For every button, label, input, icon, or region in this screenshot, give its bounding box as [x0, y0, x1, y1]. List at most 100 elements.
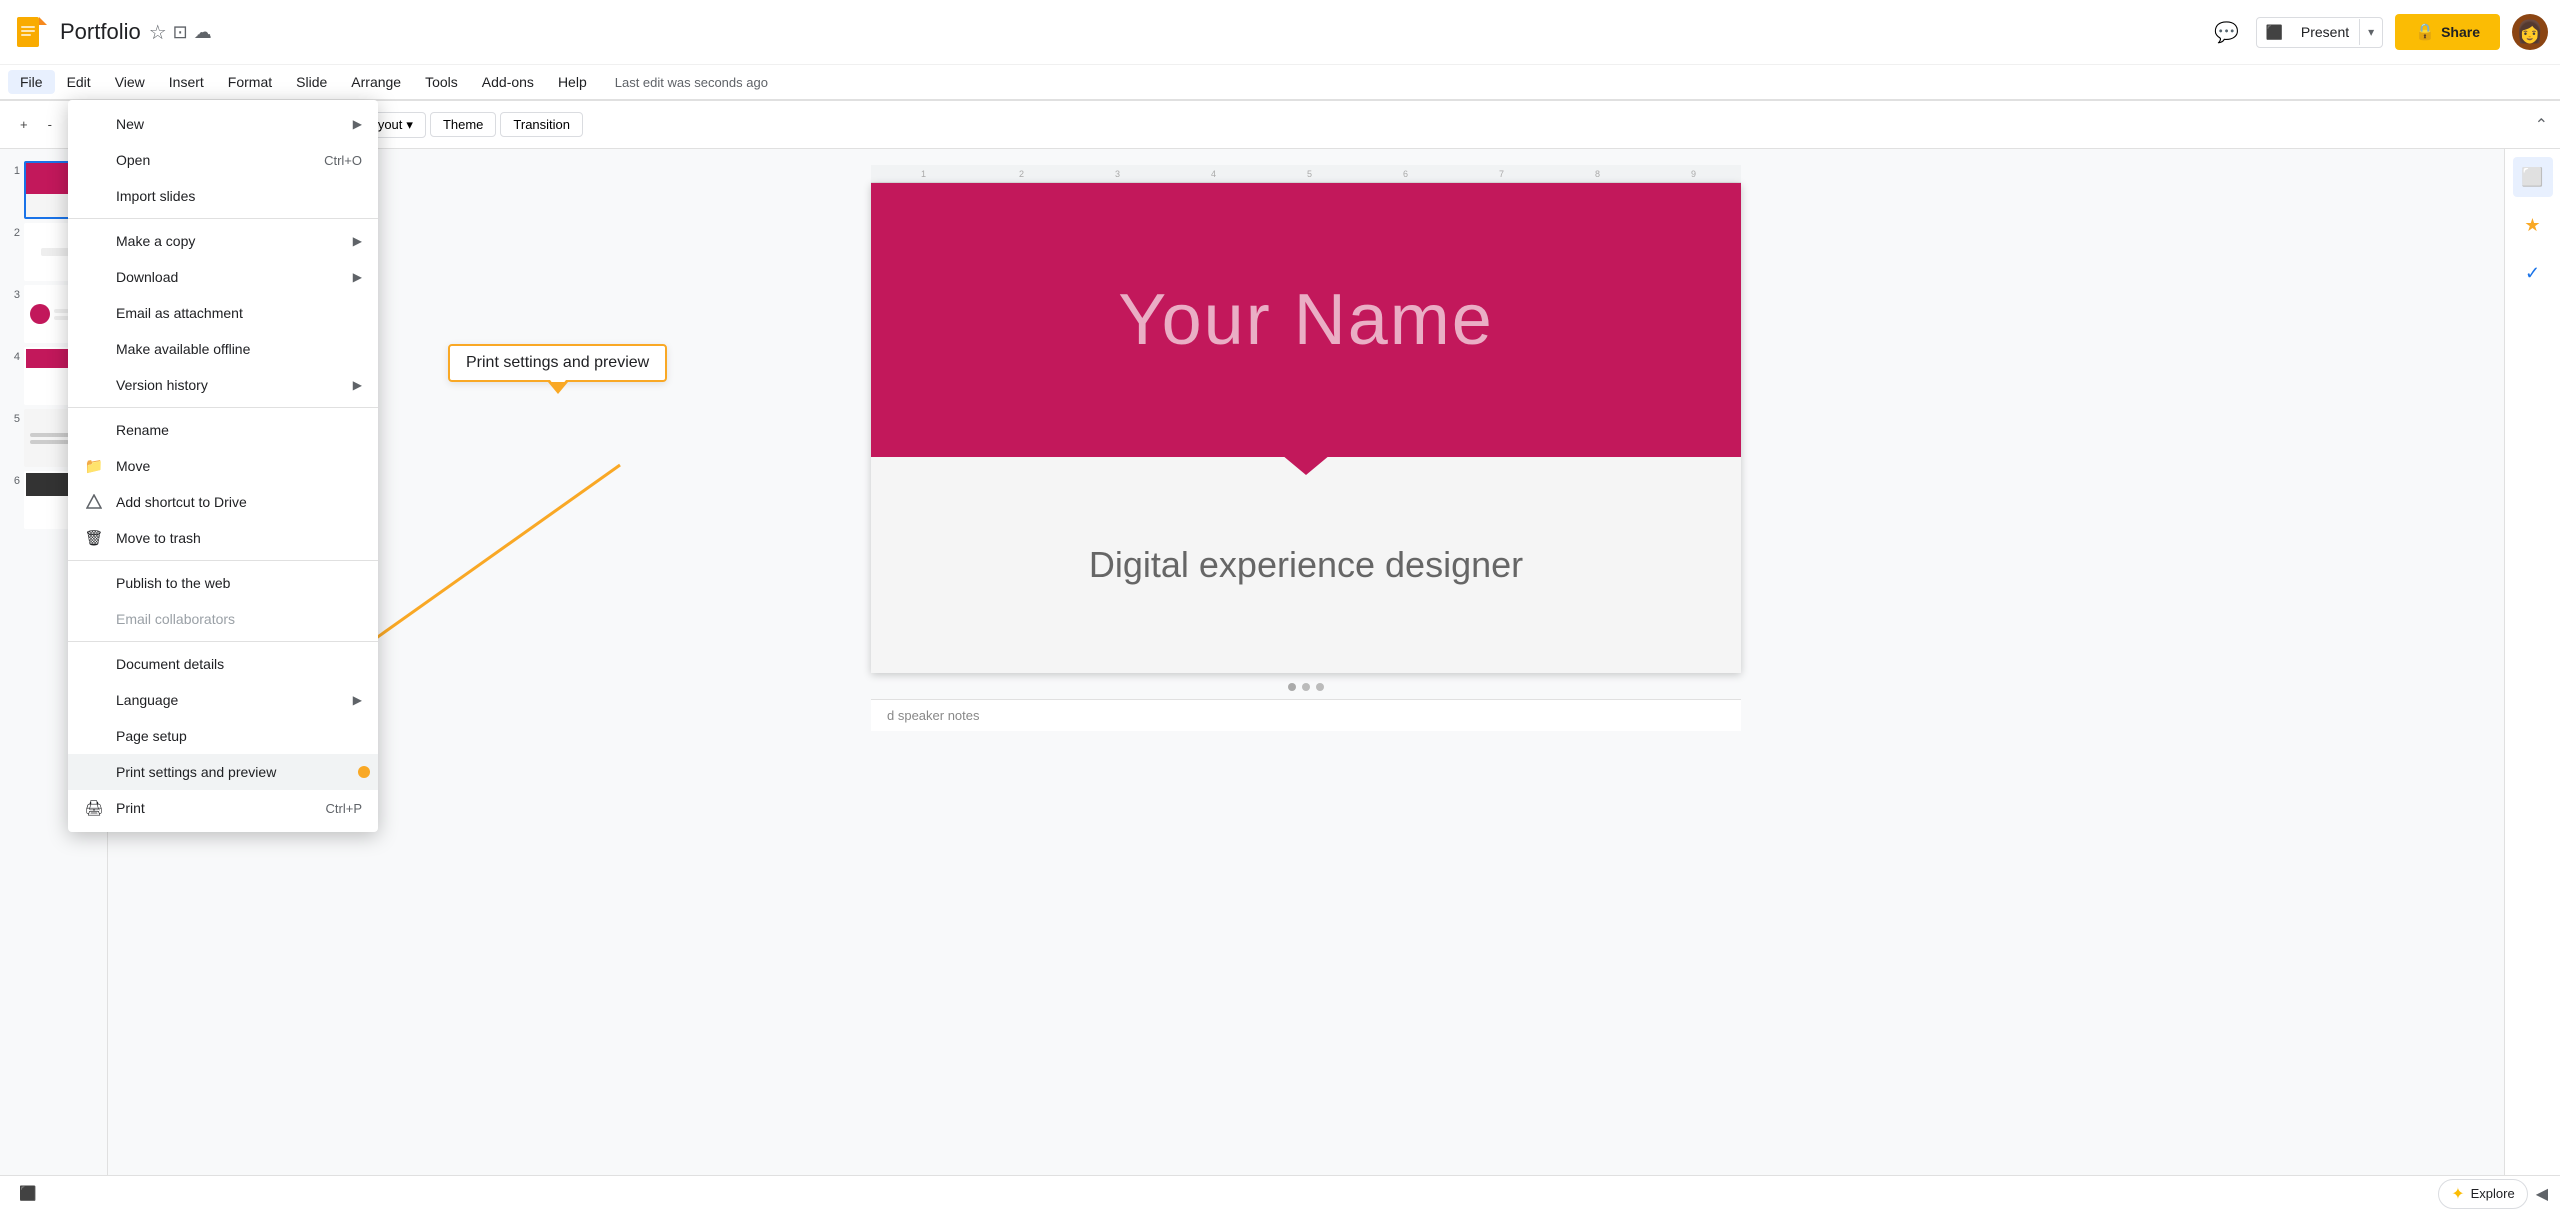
email-attach-label: Email as attachment: [116, 305, 362, 321]
slide-top-section: Your Name: [871, 183, 1741, 457]
sidebar-third-icon[interactable]: ✓: [2513, 253, 2553, 293]
document-title[interactable]: Portfolio: [60, 19, 141, 45]
menu-divider-3: [68, 560, 378, 561]
highlight-dot: [358, 766, 370, 778]
explore-star-icon: ✦: [2451, 1184, 2464, 1204]
share-button[interactable]: 🔒 Share: [2395, 14, 2500, 50]
cloud-icon[interactable]: ☁: [194, 22, 212, 43]
menu-slide[interactable]: Slide: [284, 70, 339, 94]
menu-item-open[interactable]: Open Ctrl+O: [68, 142, 378, 178]
new-label: New: [116, 116, 353, 132]
menu-arrange[interactable]: Arrange: [339, 70, 413, 94]
menu-item-print-preview[interactable]: Print settings and preview: [68, 754, 378, 790]
menu-item-print[interactable]: 🖨 Print Ctrl+P: [68, 790, 378, 826]
comment-button[interactable]: 💬: [2208, 14, 2244, 50]
menu-divider-4: [68, 641, 378, 642]
tooltip-bubble: Print settings and preview: [448, 344, 667, 382]
tooltip-label: Print settings and preview: [466, 354, 649, 371]
menu-insert[interactable]: Insert: [157, 70, 216, 94]
print-preview-icon: [84, 762, 104, 782]
slide-title[interactable]: Your Name: [1118, 279, 1494, 361]
menu-item-rename[interactable]: Rename: [68, 412, 378, 448]
new-icon: [84, 114, 104, 134]
expand-panel-button[interactable]: ◀: [2536, 1184, 2548, 1204]
menu-edit[interactable]: Edit: [55, 70, 103, 94]
layout-arrow: ▾: [406, 117, 413, 133]
collapse-panels-button[interactable]: ⌃: [2535, 115, 2548, 135]
menu-item-publish[interactable]: Publish to the web: [68, 565, 378, 601]
sidebar-comment-icon: ★: [2524, 215, 2540, 236]
drive-shortcut-label: Add shortcut to Drive: [116, 494, 362, 510]
download-icon: [84, 267, 104, 287]
print-shortcut: Ctrl+P: [326, 801, 362, 816]
page-setup-label: Page setup: [116, 728, 362, 744]
open-icon: [84, 150, 104, 170]
copy-label: Make a copy: [116, 233, 353, 249]
copy-icon: [84, 231, 104, 251]
right-sidebar: ⬜ ★ ✓: [2504, 149, 2560, 1176]
horizontal-ruler: 1 2 3 4 5 6 7 8 9: [871, 165, 1741, 183]
user-avatar[interactable]: 👩: [2512, 14, 2548, 50]
menu-item-download[interactable]: Download ▶: [68, 259, 378, 295]
menu-item-email-collab[interactable]: Email collaborators: [68, 601, 378, 637]
explore-button[interactable]: ✦ Explore: [2438, 1179, 2527, 1209]
slide-subtitle[interactable]: Digital experience designer: [1089, 544, 1523, 586]
menu-section-2: Make a copy ▶ Download ▶ Email as attach…: [68, 223, 378, 403]
menu-item-version[interactable]: Version history ▶: [68, 367, 378, 403]
star-icon[interactable]: ☆: [149, 20, 167, 45]
publish-label: Publish to the web: [116, 575, 362, 591]
open-shortcut: Ctrl+O: [324, 153, 362, 168]
menu-format[interactable]: Format: [216, 70, 284, 94]
toggle-icon: ⬛: [19, 1185, 36, 1202]
menu-item-copy[interactable]: Make a copy ▶: [68, 223, 378, 259]
menu-view[interactable]: View: [103, 70, 157, 94]
print-icon: 🖨: [84, 798, 104, 818]
download-arrow: ▶: [353, 270, 362, 284]
speaker-notes-text: d speaker notes: [887, 708, 980, 723]
menu-item-offline[interactable]: Make available offline: [68, 331, 378, 367]
top-right-controls: 💬 ⬛ Present ▾ 🔒 Share 👩: [2208, 14, 2548, 50]
rename-icon: [84, 420, 104, 440]
sidebar-comments-icon[interactable]: ★: [2513, 205, 2553, 245]
sidebar-explore-icon[interactable]: ⬜: [2513, 157, 2553, 197]
print-preview-label: Print settings and preview: [116, 764, 362, 780]
version-label: Version history: [116, 377, 353, 393]
menu-item-page-setup[interactable]: Page setup: [68, 718, 378, 754]
menu-file[interactable]: File: [8, 70, 55, 94]
menu-item-language[interactable]: Language ▶: [68, 682, 378, 718]
folder-icon[interactable]: ⊡: [173, 22, 188, 43]
menu-divider-2: [68, 407, 378, 408]
slide-num-3: 3: [6, 289, 20, 301]
lock-icon: 🔒: [2415, 22, 2435, 42]
slide-num-5: 5: [6, 413, 20, 425]
menu-item-new[interactable]: New ▶: [68, 106, 378, 142]
toolbar-zoom-add[interactable]: +: [12, 113, 36, 136]
offline-icon: [84, 339, 104, 359]
menu-section-3: Rename 📁 Move Add shortcut to Drive 🗑 Mo…: [68, 412, 378, 556]
menu-item-email-attach[interactable]: Email as attachment: [68, 295, 378, 331]
menu-addons[interactable]: Add-ons: [470, 70, 546, 94]
menu-item-import[interactable]: Import slides: [68, 178, 378, 214]
menu-item-doc-details[interactable]: Document details: [68, 646, 378, 682]
menu-item-drive-shortcut[interactable]: Add shortcut to Drive: [68, 484, 378, 520]
menu-item-trash[interactable]: 🗑 Move to trash: [68, 520, 378, 556]
menu-help[interactable]: Help: [546, 70, 599, 94]
menu-item-move[interactable]: 📁 Move: [68, 448, 378, 484]
doc-details-label: Document details: [116, 656, 362, 672]
canvas-area: 1 2 3 4 5 6 7 8 9 Your Name Digital expe…: [108, 149, 2504, 1176]
menu-tools[interactable]: Tools: [413, 70, 470, 94]
transition-button[interactable]: Transition: [500, 112, 583, 137]
toolbar-zoom-minus[interactable]: -: [40, 113, 60, 136]
drive-icon: [84, 492, 104, 512]
version-arrow: ▶: [353, 378, 362, 392]
language-icon: [84, 690, 104, 710]
slides-panel-toggle[interactable]: ⬛: [12, 1180, 44, 1208]
bottom-right-controls: ✦ Explore ◀: [2438, 1179, 2548, 1209]
import-icon: [84, 186, 104, 206]
present-button[interactable]: ⬛ Present ▾: [2256, 17, 2383, 48]
present-label[interactable]: Present: [2291, 18, 2359, 46]
theme-button[interactable]: Theme: [430, 112, 496, 137]
present-arrow-icon[interactable]: ▾: [2359, 19, 2382, 45]
slide-num-2: 2: [6, 227, 20, 239]
slide-canvas[interactable]: Your Name Digital experience designer: [871, 183, 1741, 673]
